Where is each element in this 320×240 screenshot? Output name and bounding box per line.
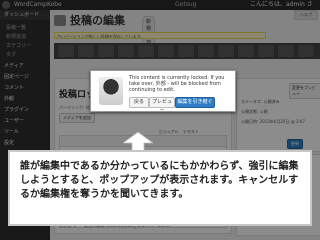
avatar xyxy=(99,77,123,105)
take-over-button[interactable]: 編集を引き継ぐ xyxy=(175,97,215,108)
screenshot-frame: WordCampKobe Getsug こんにちは、admin さん！ ダッシュ… xyxy=(0,0,320,240)
caption-text: 誰が編集中であるか分かっているにもかかわらず、強引に編集しようとすると、ポップア… xyxy=(20,161,299,200)
caption-box: 誰が編集中であるか分かっているにもかかわらず、強引に編集しようとすると、ポップア… xyxy=(8,150,312,226)
go-back-button[interactable]: 戻る xyxy=(129,97,149,108)
preview-button[interactable]: プレビュー xyxy=(149,97,175,114)
post-lock-dialog: This content is currently locked. If you… xyxy=(90,70,236,114)
lock-message: This content is currently locked. If you… xyxy=(129,75,225,93)
